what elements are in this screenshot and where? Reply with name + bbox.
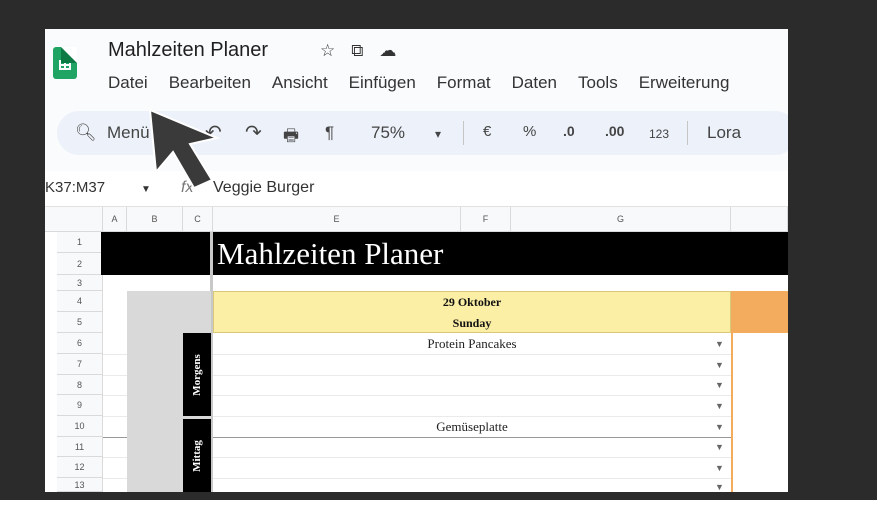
screenshot-frame: Mahlzeiten Planer ☆ ⧉ ☁ Datei Bearbeiten… <box>0 0 877 507</box>
mouse-pointer-icon <box>148 108 221 190</box>
